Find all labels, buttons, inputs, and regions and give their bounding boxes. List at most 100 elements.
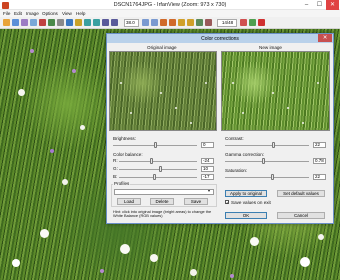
- slideshow-icon[interactable]: [12, 19, 19, 26]
- color-corrections-dialog: Color corrections ✕ Original image New i…: [106, 33, 334, 224]
- apply-to-original-button[interactable]: Apply to original: [225, 190, 267, 197]
- settings-icon[interactable]: [205, 19, 212, 26]
- daisy: [250, 237, 259, 246]
- next-icon[interactable]: [169, 19, 176, 26]
- color-balance-label: Color balance:: [113, 152, 143, 157]
- last-file-icon[interactable]: [187, 19, 194, 26]
- dialog-close-button[interactable]: ✕: [318, 34, 332, 42]
- menu-image[interactable]: Image: [26, 11, 39, 16]
- actual-size-icon[interactable]: [151, 19, 158, 26]
- save-profile-button[interactable]: Save: [184, 198, 208, 205]
- brightness-value[interactable]: 0: [201, 142, 214, 148]
- save-values-label: Save values on exit: [231, 199, 271, 205]
- daisy: [18, 89, 25, 96]
- zoom-field[interactable]: 38.0: [124, 19, 139, 27]
- copy-icon[interactable]: [48, 19, 55, 26]
- menu-options[interactable]: Options: [42, 11, 58, 16]
- contrast-value[interactable]: 22: [313, 142, 326, 148]
- rotate-right-icon[interactable]: [93, 19, 100, 26]
- daisy: [62, 179, 68, 185]
- brightness-slider[interactable]: [113, 142, 197, 148]
- saturation-slider[interactable]: [225, 174, 309, 180]
- dialog-title: Color corrections: [201, 35, 239, 42]
- zoom-in-icon[interactable]: [102, 19, 109, 26]
- open-folder-icon[interactable]: [3, 19, 10, 26]
- save-values-checkbox[interactable]: ✓: [225, 200, 229, 205]
- exit-icon[interactable]: [258, 19, 265, 26]
- daisy: [12, 259, 20, 267]
- delete-profile-button[interactable]: Delete: [150, 198, 174, 205]
- undo-icon[interactable]: [66, 19, 73, 26]
- daisy: [190, 269, 197, 276]
- menu-help[interactable]: Help: [76, 11, 85, 16]
- green-slider[interactable]: [119, 166, 197, 172]
- new-image-preview: [221, 51, 330, 131]
- slider-thumb[interactable]: [272, 142, 276, 148]
- green-channel-label: G:: [113, 166, 118, 171]
- purple-flower: [50, 149, 54, 153]
- thumbnails-icon[interactable]: [21, 19, 28, 26]
- print-icon[interactable]: [196, 19, 203, 26]
- original-image-label: Original image: [147, 45, 177, 50]
- daisy: [318, 234, 324, 240]
- menu-file[interactable]: File: [3, 11, 10, 16]
- purple-flower: [30, 49, 34, 53]
- fit-window-icon[interactable]: [142, 19, 149, 26]
- menu-edit[interactable]: Edit: [14, 11, 22, 16]
- rotate-left-icon[interactable]: [84, 19, 91, 26]
- red-slider[interactable]: [119, 158, 197, 164]
- blue-value[interactable]: -17: [201, 174, 214, 180]
- gamma-label: Gamma correction:: [225, 152, 265, 157]
- slider-thumb[interactable]: [271, 174, 275, 180]
- saturation-value[interactable]: 22: [313, 174, 326, 180]
- blue-channel-label: B:: [113, 174, 118, 179]
- close-button[interactable]: ✕: [326, 0, 339, 10]
- dialog-title-bar: Color corrections ✕: [107, 34, 333, 43]
- contrast-slider[interactable]: [225, 142, 309, 148]
- red-channel-label: R:: [113, 158, 118, 163]
- new-image-label: New image: [259, 45, 282, 50]
- purple-flower: [230, 274, 234, 278]
- set-default-values-button[interactable]: Set default values: [277, 190, 325, 197]
- toolbar: 38.0 14/48: [0, 17, 340, 29]
- daisy: [80, 125, 85, 130]
- save-icon[interactable]: [30, 19, 37, 26]
- first-file-icon[interactable]: [178, 19, 185, 26]
- ok-button[interactable]: OK: [225, 212, 267, 219]
- gamma-slider[interactable]: [225, 158, 309, 164]
- white-balance-hint: Hint: click into original image (bright …: [113, 209, 212, 219]
- brightness-label: Brightness:: [113, 136, 136, 141]
- prev-icon[interactable]: [160, 19, 167, 26]
- prev-file-icon[interactable]: [240, 19, 247, 26]
- info-icon[interactable]: [75, 19, 82, 26]
- slider-thumb[interactable]: [150, 158, 154, 164]
- contrast-label: Contrast:: [225, 136, 244, 141]
- maximize-button[interactable]: ☐: [313, 0, 326, 10]
- blue-slider[interactable]: [119, 174, 197, 180]
- slider-thumb[interactable]: [153, 142, 157, 148]
- profiles-label: Profiles: [113, 181, 131, 186]
- profiles-dropdown[interactable]: [114, 189, 214, 195]
- cancel-button[interactable]: Cancel: [277, 212, 325, 219]
- minimize-button[interactable]: –: [300, 0, 313, 10]
- window-title: DSCN1764JPG - IrfanView (Zoom: 973 x 730…: [113, 2, 227, 8]
- red-value[interactable]: -24: [201, 158, 214, 164]
- daisy: [150, 254, 158, 262]
- gamma-value[interactable]: 0.78: [313, 158, 326, 164]
- title-bar: DSCN1764JPG - IrfanView (Zoom: 973 x 730…: [0, 0, 340, 10]
- zoom-out-icon[interactable]: [111, 19, 118, 26]
- next-file-icon[interactable]: [249, 19, 256, 26]
- slider-thumb[interactable]: [262, 158, 266, 164]
- daisy: [40, 229, 49, 238]
- green-value[interactable]: 10: [201, 166, 214, 172]
- paste-icon[interactable]: [57, 19, 64, 26]
- original-image-preview[interactable]: [109, 51, 217, 131]
- load-button[interactable]: Load: [117, 198, 141, 205]
- saturation-label: Saturation:: [225, 168, 248, 173]
- menu-view[interactable]: View: [62, 11, 72, 16]
- page-counter: 14/48: [217, 19, 237, 27]
- slider-thumb[interactable]: [152, 174, 156, 180]
- purple-flower: [100, 269, 104, 273]
- delete-icon[interactable]: [39, 19, 46, 26]
- slider-thumb[interactable]: [158, 166, 162, 172]
